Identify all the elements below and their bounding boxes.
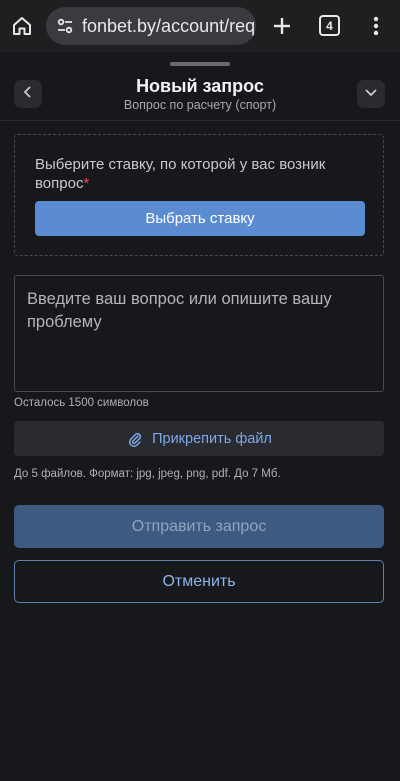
drag-handle[interactable] [170,62,230,66]
request-sheet: Новый запрос Вопрос по расчету (спорт) В… [0,52,400,781]
bet-select-label: Выберите ставку, по которой у вас возник… [35,155,355,193]
paperclip-icon [126,430,144,448]
collapse-button[interactable] [357,80,385,108]
chevron-down-icon [364,85,378,104]
url-text: fonbet.by/account/requ [82,15,256,36]
chars-left-counter: Осталось 1500 символов [14,397,149,409]
page-subtitle: Вопрос по расчету (спорт) [123,98,277,112]
attach-file-button[interactable]: Прикрепить файл [14,421,384,456]
file-format-hint: До 5 файлов. Формат: jpg, jpeg, png, pdf… [14,468,281,480]
browser-toolbar: fonbet.by/account/requ 4 [0,0,400,52]
cancel-button[interactable]: Отменить [14,560,384,603]
header-divider [0,120,400,121]
submit-request-button[interactable]: Отправить запрос [14,505,384,548]
question-textarea[interactable]: Введите ваш вопрос или опишите вашу проб… [14,275,384,392]
address-bar[interactable]: fonbet.by/account/requ [46,7,256,45]
attach-file-label: Прикрепить файл [152,430,272,447]
home-icon[interactable] [8,12,36,40]
more-vert-icon[interactable] [366,12,386,40]
tabs-count-button[interactable]: 4 [319,15,340,36]
question-placeholder: Введите ваш вопрос или опишите вашу проб… [27,290,332,331]
site-settings-icon[interactable] [54,15,76,37]
page-title: Новый запрос [136,76,264,96]
bet-select-label-text: Выберите ставку, по которой у вас возник… [35,156,326,192]
bet-select-box: Выберите ставку, по которой у вас возник… [14,134,384,256]
new-tab-plus-icon[interactable] [268,12,296,40]
required-mark: * [83,175,90,192]
choose-bet-button[interactable]: Выбрать ставку [35,201,365,236]
